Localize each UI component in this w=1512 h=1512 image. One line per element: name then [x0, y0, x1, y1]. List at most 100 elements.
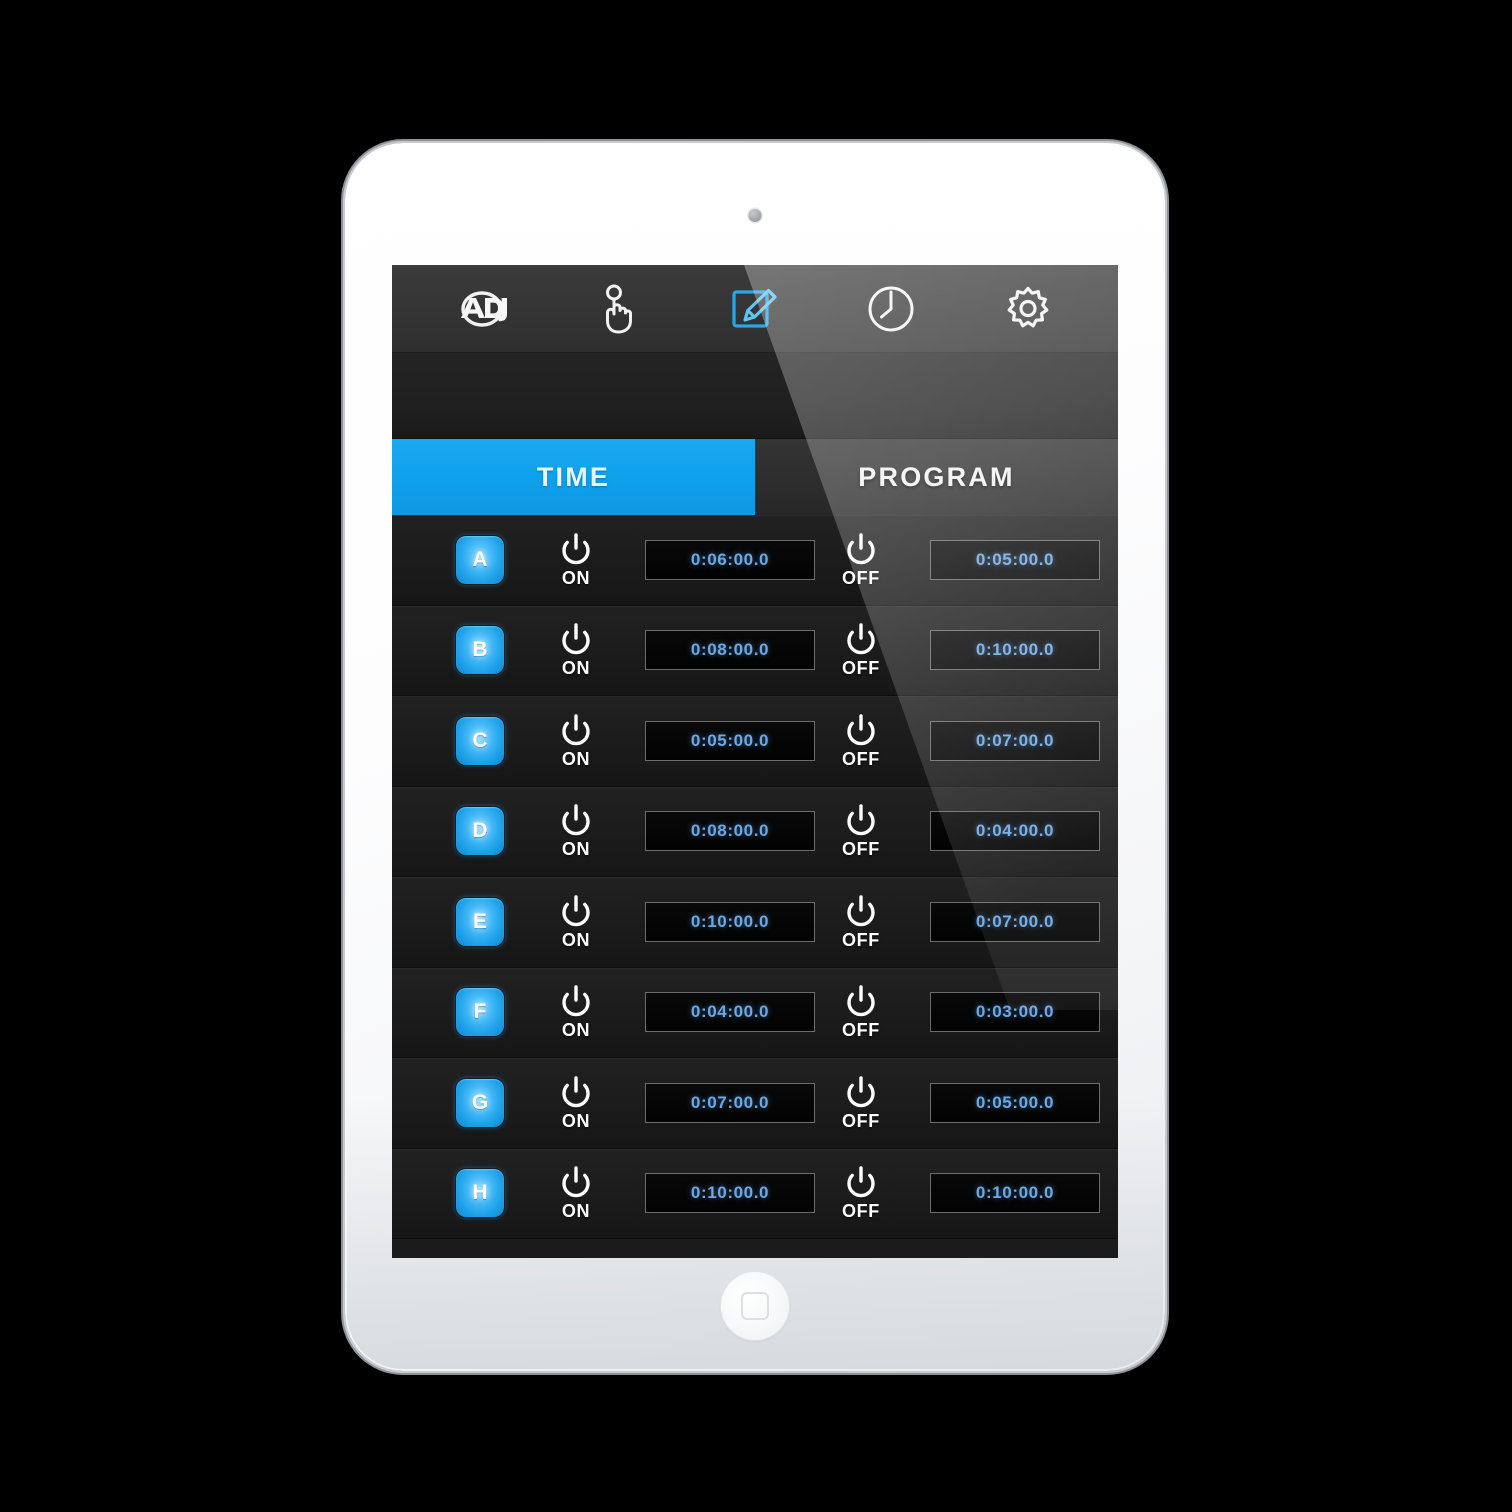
- top-toolbar: [392, 265, 1118, 353]
- channel-label: G: [471, 1090, 489, 1114]
- power-on-label: ON: [561, 567, 591, 588]
- touch-icon[interactable]: [582, 278, 656, 340]
- on-time-value: 0:08:00.0: [690, 821, 770, 841]
- channel-label: B: [472, 638, 488, 662]
- channel-button-a[interactable]: A: [455, 534, 505, 585]
- channel-label: H: [472, 1181, 488, 1205]
- power-on-toggle-a[interactable]: ON: [558, 531, 594, 589]
- power-off-label: OFF: [842, 567, 880, 588]
- power-off-label: OFF: [842, 1110, 880, 1131]
- tablet-device: TIME PROGRAM A ON 0:06:00.0 OFF 0:05:00.…: [345, 143, 1165, 1371]
- tab-time-label: TIME: [536, 461, 611, 492]
- table-row: C ON 0:05:00.0 OFF 0:07:00.0: [392, 696, 1118, 787]
- table-row: F ON 0:04:00.0 OFF 0:03:00.0: [392, 967, 1118, 1058]
- channel-button-b[interactable]: B: [455, 625, 505, 676]
- on-time-field-a[interactable]: 0:06:00.0: [645, 539, 815, 580]
- off-time-value: 0:05:00.0: [975, 549, 1055, 569]
- header-spacer: [392, 353, 1118, 439]
- tab-program-label: PROGRAM: [858, 461, 1015, 492]
- power-on-toggle-b[interactable]: ON: [558, 621, 594, 679]
- power-on-label: ON: [561, 1201, 591, 1222]
- power-on-toggle-d[interactable]: ON: [558, 802, 594, 860]
- power-on-label: ON: [561, 1110, 591, 1131]
- adj-logo-icon[interactable]: [445, 278, 519, 340]
- clock-icon[interactable]: [854, 278, 928, 340]
- off-time-value: 0:07:00.0: [975, 730, 1055, 750]
- on-time-field-b[interactable]: 0:08:00.0: [645, 630, 815, 671]
- channel-button-h[interactable]: H: [455, 1168, 505, 1219]
- off-time-field-c[interactable]: 0:07:00.0: [930, 720, 1100, 761]
- off-time-field-g[interactable]: 0:05:00.0: [930, 1082, 1100, 1123]
- off-time-field-b[interactable]: 0:10:00.0: [930, 630, 1100, 671]
- tab-time[interactable]: TIME: [392, 439, 755, 515]
- off-time-value: 0:07:00.0: [975, 911, 1055, 931]
- channel-list: A ON 0:06:00.0 OFF 0:05:00.0 B ON 0:08:0…: [392, 515, 1118, 1239]
- power-off-label: OFF: [842, 839, 880, 860]
- power-on-toggle-h[interactable]: ON: [558, 1164, 594, 1222]
- on-time-value: 0:05:00.0: [690, 730, 770, 750]
- power-off-toggle-a[interactable]: OFF: [842, 531, 880, 589]
- power-off-toggle-g[interactable]: OFF: [842, 1074, 880, 1132]
- table-row: E ON 0:10:00.0 OFF 0:07:00.0: [392, 877, 1118, 968]
- power-off-toggle-b[interactable]: OFF: [842, 621, 880, 679]
- channel-button-c[interactable]: C: [455, 715, 505, 766]
- app-screen: TIME PROGRAM A ON 0:06:00.0 OFF 0:05:00.…: [392, 265, 1118, 1258]
- power-off-toggle-h[interactable]: OFF: [842, 1164, 880, 1222]
- front-camera-icon: [748, 209, 762, 222]
- gear-icon[interactable]: [991, 278, 1065, 340]
- power-on-toggle-c[interactable]: ON: [558, 712, 594, 770]
- power-off-label: OFF: [842, 1201, 880, 1222]
- on-time-value: 0:08:00.0: [690, 640, 770, 660]
- power-on-toggle-g[interactable]: ON: [558, 1074, 594, 1132]
- power-on-label: ON: [561, 929, 591, 950]
- power-on-label: ON: [561, 1020, 591, 1041]
- power-off-label: OFF: [842, 748, 880, 769]
- power-off-toggle-f[interactable]: OFF: [842, 983, 880, 1041]
- edit-pencil-icon[interactable]: [718, 278, 792, 340]
- tab-bar: TIME PROGRAM: [392, 439, 1118, 515]
- channel-label: F: [473, 1000, 487, 1024]
- channel-label: D: [472, 819, 488, 843]
- on-time-field-f[interactable]: 0:04:00.0: [645, 992, 815, 1033]
- table-row: D ON 0:08:00.0 OFF 0:04:00.0: [392, 786, 1118, 877]
- on-time-value: 0:04:00.0: [690, 1002, 770, 1022]
- off-time-field-a[interactable]: 0:05:00.0: [930, 539, 1100, 580]
- off-time-value: 0:04:00.0: [975, 821, 1055, 841]
- on-time-field-d[interactable]: 0:08:00.0: [645, 811, 815, 852]
- channel-button-d[interactable]: D: [455, 806, 505, 857]
- power-on-toggle-f[interactable]: ON: [558, 983, 594, 1041]
- table-row: G ON 0:07:00.0 OFF 0:05:00.0: [392, 1058, 1118, 1149]
- channel-button-g[interactable]: G: [455, 1077, 505, 1128]
- off-time-value: 0:10:00.0: [975, 1183, 1055, 1203]
- power-on-toggle-e[interactable]: ON: [558, 893, 594, 951]
- power-off-label: OFF: [842, 929, 880, 950]
- table-row: A ON 0:06:00.0 OFF 0:05:00.0: [392, 515, 1118, 606]
- channel-label: C: [472, 728, 488, 752]
- off-time-field-e[interactable]: 0:07:00.0: [930, 901, 1100, 942]
- on-time-value: 0:07:00.0: [690, 1092, 770, 1112]
- on-time-field-c[interactable]: 0:05:00.0: [645, 720, 815, 761]
- tab-program[interactable]: PROGRAM: [755, 439, 1118, 515]
- screenshot-stage: TIME PROGRAM A ON 0:06:00.0 OFF 0:05:00.…: [0, 0, 1512, 1512]
- power-off-label: OFF: [842, 1020, 880, 1041]
- on-time-field-e[interactable]: 0:10:00.0: [645, 901, 815, 942]
- on-time-value: 0:06:00.0: [690, 549, 770, 569]
- power-off-toggle-e[interactable]: OFF: [842, 893, 880, 951]
- off-time-field-f[interactable]: 0:03:00.0: [930, 992, 1100, 1033]
- on-time-value: 0:10:00.0: [690, 911, 770, 931]
- on-time-field-h[interactable]: 0:10:00.0: [645, 1173, 815, 1214]
- off-time-value: 0:03:00.0: [975, 1002, 1055, 1022]
- channel-label: A: [472, 547, 488, 571]
- power-off-toggle-c[interactable]: OFF: [842, 712, 880, 770]
- channel-button-e[interactable]: E: [455, 896, 505, 947]
- home-button[interactable]: [720, 1271, 790, 1341]
- power-off-toggle-d[interactable]: OFF: [842, 802, 880, 860]
- table-row: B ON 0:08:00.0 OFF 0:10:00.0: [392, 605, 1118, 696]
- off-time-field-d[interactable]: 0:04:00.0: [930, 811, 1100, 852]
- off-time-value: 0:05:00.0: [975, 1092, 1055, 1112]
- off-time-field-h[interactable]: 0:10:00.0: [930, 1173, 1100, 1214]
- table-row: H ON 0:10:00.0 OFF 0:10:00.0: [392, 1148, 1118, 1239]
- on-time-field-g[interactable]: 0:07:00.0: [645, 1082, 815, 1123]
- channel-button-f[interactable]: F: [455, 987, 505, 1038]
- power-off-label: OFF: [842, 658, 880, 679]
